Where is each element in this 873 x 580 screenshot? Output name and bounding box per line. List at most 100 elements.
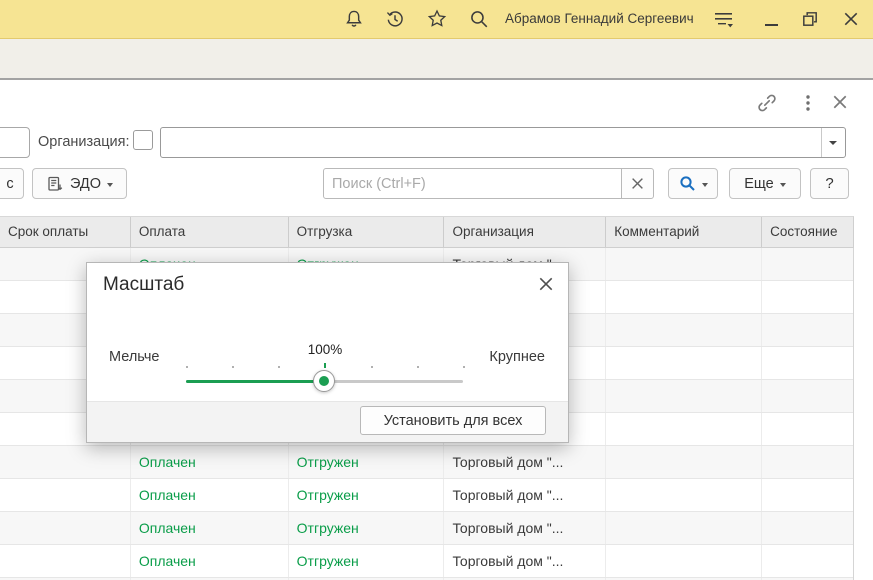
organization-input[interactable] xyxy=(161,128,831,157)
global-search-icon[interactable] xyxy=(469,9,489,29)
cell-shipment: Отгружен xyxy=(289,446,445,478)
minimize-icon[interactable] xyxy=(765,24,778,26)
table-header: Срок оплаты Оплата Отгрузка Организация … xyxy=(0,216,854,248)
favorites-star-icon[interactable] xyxy=(427,9,447,29)
cell-organization: Торговый дом "... xyxy=(444,479,606,511)
cell-state xyxy=(762,446,853,478)
cell-state xyxy=(762,380,853,412)
organization-dropdown-button[interactable] xyxy=(821,128,845,157)
slider-tick xyxy=(463,366,465,368)
cell-state xyxy=(762,281,853,313)
more-kebab-icon[interactable] xyxy=(799,93,817,111)
dialog-title: Масштаб xyxy=(103,274,184,296)
history-icon[interactable] xyxy=(385,9,405,29)
chevron-down-icon xyxy=(780,183,786,187)
cell-state xyxy=(762,479,853,511)
current-user-name[interactable]: Абрамов Геннадий Сергеевич xyxy=(505,11,694,26)
partial-filter-field[interactable] xyxy=(0,127,30,158)
cell-comment xyxy=(606,479,762,511)
cell-shipment: Отгружен xyxy=(289,545,445,577)
column-header-term[interactable]: Срок оплаты xyxy=(0,217,131,247)
column-header-payment[interactable]: Оплата xyxy=(131,217,289,247)
table-row[interactable]: ОплаченОтгруженТорговый дом "... xyxy=(0,512,853,545)
edo-button-label: ЭДО xyxy=(70,176,101,192)
cell-comment xyxy=(606,545,762,577)
cell-shipment: Отгружен xyxy=(289,479,445,511)
table-row[interactable]: ОплаченОтгруженТорговый дом "... xyxy=(0,479,853,512)
cell-state xyxy=(762,314,853,346)
slider-tick xyxy=(232,366,234,368)
edo-button[interactable]: ЭДО xyxy=(32,168,127,199)
zoom-scale-dialog: Масштаб Мельче Крупнее 100% Установить д… xyxy=(86,262,569,443)
cell-comment xyxy=(606,248,762,280)
cell-state xyxy=(762,347,853,379)
cell-comment xyxy=(606,413,762,445)
cell-organization: Торговый дом "... xyxy=(444,512,606,544)
organization-checkbox[interactable] xyxy=(133,130,153,150)
cell-comment xyxy=(606,314,762,346)
service-menu-icon[interactable] xyxy=(713,10,733,30)
cell-state xyxy=(762,512,853,544)
search-field[interactable] xyxy=(323,168,624,199)
cell-shipment: Отгружен xyxy=(289,512,445,544)
slider-tick xyxy=(417,366,419,368)
chevron-down-icon xyxy=(829,141,837,145)
app-window: Абрамов Геннадий Сергеевич xyxy=(0,0,873,580)
advanced-search-button[interactable] xyxy=(668,168,718,199)
cell-comment xyxy=(606,380,762,412)
cell-term xyxy=(0,512,131,544)
cell-comment xyxy=(606,446,762,478)
cell-organization: Торговый дом "... xyxy=(444,545,606,577)
cell-comment xyxy=(606,281,762,313)
cell-state xyxy=(762,248,853,280)
larger-label: Крупнее xyxy=(489,349,545,365)
organization-combobox[interactable] xyxy=(160,127,846,158)
cell-organization: Торговый дом "... xyxy=(444,446,606,478)
column-header-shipment[interactable]: Отгрузка xyxy=(289,217,445,247)
slider-tick-current xyxy=(324,363,326,368)
apply-for-all-button[interactable]: Установить для всех xyxy=(360,406,546,435)
cell-comment xyxy=(606,347,762,379)
title-bar: Абрамов Геннадий Сергеевич xyxy=(0,0,873,39)
help-button[interactable]: ? xyxy=(810,168,849,199)
slider-tick xyxy=(278,366,280,368)
panel-divider xyxy=(0,78,873,80)
chevron-down-icon xyxy=(107,183,113,187)
organization-label: Организация: xyxy=(38,134,129,150)
clear-x-icon xyxy=(631,177,644,190)
zoom-slider-thumb[interactable] xyxy=(313,370,335,392)
chevron-down-icon xyxy=(702,183,708,187)
search-input[interactable] xyxy=(324,169,623,198)
partial-toolbar-button[interactable]: с xyxy=(0,168,24,199)
partial-button-label: с xyxy=(6,176,13,192)
zoom-slider-fill xyxy=(186,380,325,383)
cell-term xyxy=(0,545,131,577)
cell-payment: Оплачен xyxy=(131,446,289,478)
zoom-slider-thumb-dot xyxy=(319,376,329,386)
column-header-state[interactable]: Состояние xyxy=(762,217,853,247)
search-clear-button[interactable] xyxy=(621,168,654,199)
notifications-bell-icon[interactable] xyxy=(344,9,364,29)
column-header-organization[interactable]: Организация xyxy=(444,217,606,247)
slider-tick xyxy=(186,366,188,368)
table-row[interactable]: ОплаченОтгруженТорговый дом "... xyxy=(0,545,853,578)
slider-tick xyxy=(371,366,373,368)
cell-payment: Оплачен xyxy=(131,545,289,577)
cell-state xyxy=(762,413,853,445)
dialog-close-icon[interactable] xyxy=(538,276,554,292)
edo-icon xyxy=(46,175,64,193)
restore-window-icon[interactable] xyxy=(801,10,821,30)
column-header-comment[interactable]: Комментарий xyxy=(606,217,762,247)
table-row[interactable]: ОплаченОтгруженТорговый дом "... xyxy=(0,446,853,479)
cell-payment: Оплачен xyxy=(131,479,289,511)
more-actions-button[interactable]: Еще xyxy=(729,168,801,199)
close-window-icon[interactable] xyxy=(843,11,863,31)
zoom-value-label: 100% xyxy=(299,342,351,357)
cell-term xyxy=(0,446,131,478)
smaller-label: Мельче xyxy=(109,349,160,365)
search-magnifier-icon xyxy=(679,175,696,192)
panel-strip xyxy=(0,39,873,78)
cell-state xyxy=(762,545,853,577)
close-form-icon[interactable] xyxy=(832,94,850,112)
get-link-icon[interactable] xyxy=(757,93,775,111)
